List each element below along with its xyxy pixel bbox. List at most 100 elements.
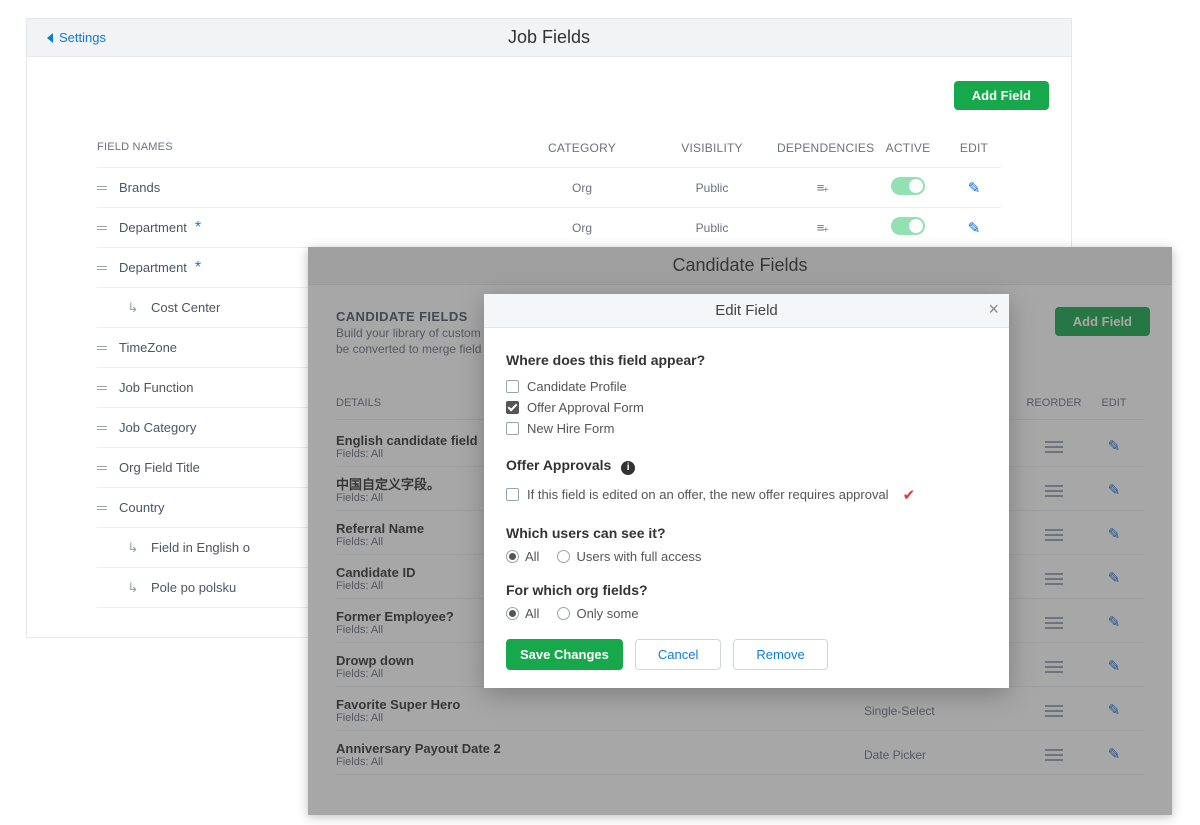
radio-all-org[interactable]: All <box>506 606 539 621</box>
col-field-names: FIELD NAMES <box>97 141 517 155</box>
checkbox[interactable] <box>506 380 519 393</box>
appearance-option-label: New Hire Form <box>527 421 614 436</box>
edit-icon[interactable]: ✎ <box>1108 746 1121 763</box>
active-toggle[interactable] <box>891 177 925 195</box>
appearance-option[interactable]: Candidate Profile <box>506 376 987 397</box>
back-to-settings-link[interactable]: Settings <box>47 30 106 45</box>
field-name-label: TimeZone <box>119 340 177 355</box>
chevron-left-icon <box>47 33 53 43</box>
drag-handle-icon[interactable] <box>97 266 107 270</box>
appearance-option[interactable]: Offer Approval Form <box>506 397 987 418</box>
page-title: Job Fields <box>27 27 1071 48</box>
table-header: FIELD NAMES CATEGORY VISIBILITY DEPENDEN… <box>97 141 1001 168</box>
edit-icon[interactable]: ✎ <box>1108 702 1121 719</box>
edit-field-modal: Edit Field × Where does this field appea… <box>484 294 1009 688</box>
col-reorder: REORDER <box>1024 397 1084 409</box>
reorder-handle-icon[interactable] <box>1024 485 1084 497</box>
field-name-label: Field in English o <box>151 540 250 555</box>
candidate-field-type: Single-Select <box>864 704 1024 718</box>
modal-title: Edit Field <box>715 302 778 319</box>
edit-icon[interactable]: ✎ <box>1108 614 1121 631</box>
field-name-label: Department <box>119 260 187 275</box>
reorder-handle-icon[interactable] <box>1024 441 1084 453</box>
table-row: BrandsOrgPublic≡₊✎ <box>97 168 1001 208</box>
required-star-icon: * <box>195 259 201 277</box>
field-name-label: Job Function <box>119 380 193 395</box>
drag-handle-icon[interactable] <box>97 506 107 510</box>
radio-all-users[interactable]: All <box>506 549 539 564</box>
field-name-label: Cost Center <box>151 300 220 315</box>
question-offer-approvals: Offer Approvals i <box>506 457 987 475</box>
save-button[interactable]: Save Changes <box>506 639 623 670</box>
drag-handle-icon[interactable] <box>97 186 107 190</box>
appearance-option-label: Candidate Profile <box>527 379 627 394</box>
dependencies-icon[interactable]: ≡₊ <box>817 180 827 195</box>
col-visibility: VISIBILITY <box>647 141 777 155</box>
info-icon[interactable]: i <box>621 461 635 475</box>
col-edit: EDIT <box>949 141 999 155</box>
field-name-label: Country <box>119 500 165 515</box>
close-icon[interactable]: × <box>988 300 999 318</box>
active-toggle[interactable] <box>891 217 925 235</box>
child-arrow-icon: ↳ <box>127 540 139 556</box>
reorder-handle-icon[interactable] <box>1024 661 1084 673</box>
edit-icon[interactable]: ✎ <box>1108 482 1121 499</box>
child-arrow-icon: ↳ <box>127 580 139 596</box>
remove-button[interactable]: Remove <box>733 639 827 670</box>
reorder-handle-icon[interactable] <box>1024 749 1084 761</box>
field-name-label: Brands <box>119 180 160 195</box>
list-item: Favorite Super HeroFields: AllSingle-Sel… <box>336 687 1144 731</box>
field-name-label: Job Category <box>119 420 196 435</box>
field-name-label: Department <box>119 220 187 235</box>
approval-label: If this field is edited on an offer, the… <box>527 487 889 502</box>
question-org-fields: For which org fields? <box>506 582 987 598</box>
required-icon: ✔ <box>903 486 916 504</box>
drag-handle-icon[interactable] <box>97 226 107 230</box>
edit-icon[interactable]: ✎ <box>1108 658 1121 675</box>
job-fields-header: Settings Job Fields <box>27 19 1071 57</box>
candidate-field-name: Anniversary Payout Date 2 <box>336 741 864 757</box>
checkbox[interactable] <box>506 401 519 414</box>
question-visibility: Which users can see it? <box>506 525 987 541</box>
candidate-add-field-button[interactable]: Add Field <box>1055 307 1150 336</box>
col-active: ACTIVE <box>867 141 949 155</box>
drag-handle-icon[interactable] <box>97 386 107 390</box>
cancel-button[interactable]: Cancel <box>635 639 721 670</box>
field-name-label: Org Field Title <box>119 460 200 475</box>
child-arrow-icon: ↳ <box>127 300 139 316</box>
checkbox-approval[interactable] <box>506 488 519 501</box>
candidate-field-scope: Fields: All <box>336 756 864 768</box>
required-star-icon: * <box>195 219 201 237</box>
edit-icon[interactable]: ✎ <box>1108 526 1121 543</box>
appearance-option-label: Offer Approval Form <box>527 400 644 415</box>
question-appearance: Where does this field appear? <box>506 352 987 368</box>
candidate-field-scope: Fields: All <box>336 712 864 724</box>
reorder-handle-icon[interactable] <box>1024 573 1084 585</box>
approval-checkbox-row[interactable]: If this field is edited on an offer, the… <box>506 483 987 507</box>
drag-handle-icon[interactable] <box>97 346 107 350</box>
checkbox[interactable] <box>506 422 519 435</box>
list-item: Anniversary Payout Date 2Fields: AllDate… <box>336 731 1144 775</box>
radio-full-access[interactable]: Users with full access <box>557 549 701 564</box>
appearance-option[interactable]: New Hire Form <box>506 418 987 439</box>
candidate-field-name: Favorite Super Hero <box>336 697 864 713</box>
candidate-field-type: Date Picker <box>864 748 1024 762</box>
radio-some-org[interactable]: Only some <box>557 606 638 621</box>
col-category: CATEGORY <box>517 141 647 155</box>
edit-icon[interactable]: ✎ <box>968 220 981 237</box>
add-field-button[interactable]: Add Field <box>954 81 1049 110</box>
reorder-handle-icon[interactable] <box>1024 705 1084 717</box>
reorder-handle-icon[interactable] <box>1024 529 1084 541</box>
col-cf-edit: EDIT <box>1084 397 1144 409</box>
drag-handle-icon[interactable] <box>97 426 107 430</box>
settings-label: Settings <box>59 30 106 45</box>
field-name-label: Pole po polsku <box>151 580 236 595</box>
edit-icon[interactable]: ✎ <box>1108 438 1121 455</box>
edit-icon[interactable]: ✎ <box>1108 570 1121 587</box>
drag-handle-icon[interactable] <box>97 466 107 470</box>
modal-header: Edit Field × <box>484 294 1009 328</box>
reorder-handle-icon[interactable] <box>1024 617 1084 629</box>
edit-icon[interactable]: ✎ <box>968 180 981 197</box>
dependencies-icon[interactable]: ≡₊ <box>817 220 827 235</box>
col-dependencies: DEPENDENCIES <box>777 141 867 155</box>
